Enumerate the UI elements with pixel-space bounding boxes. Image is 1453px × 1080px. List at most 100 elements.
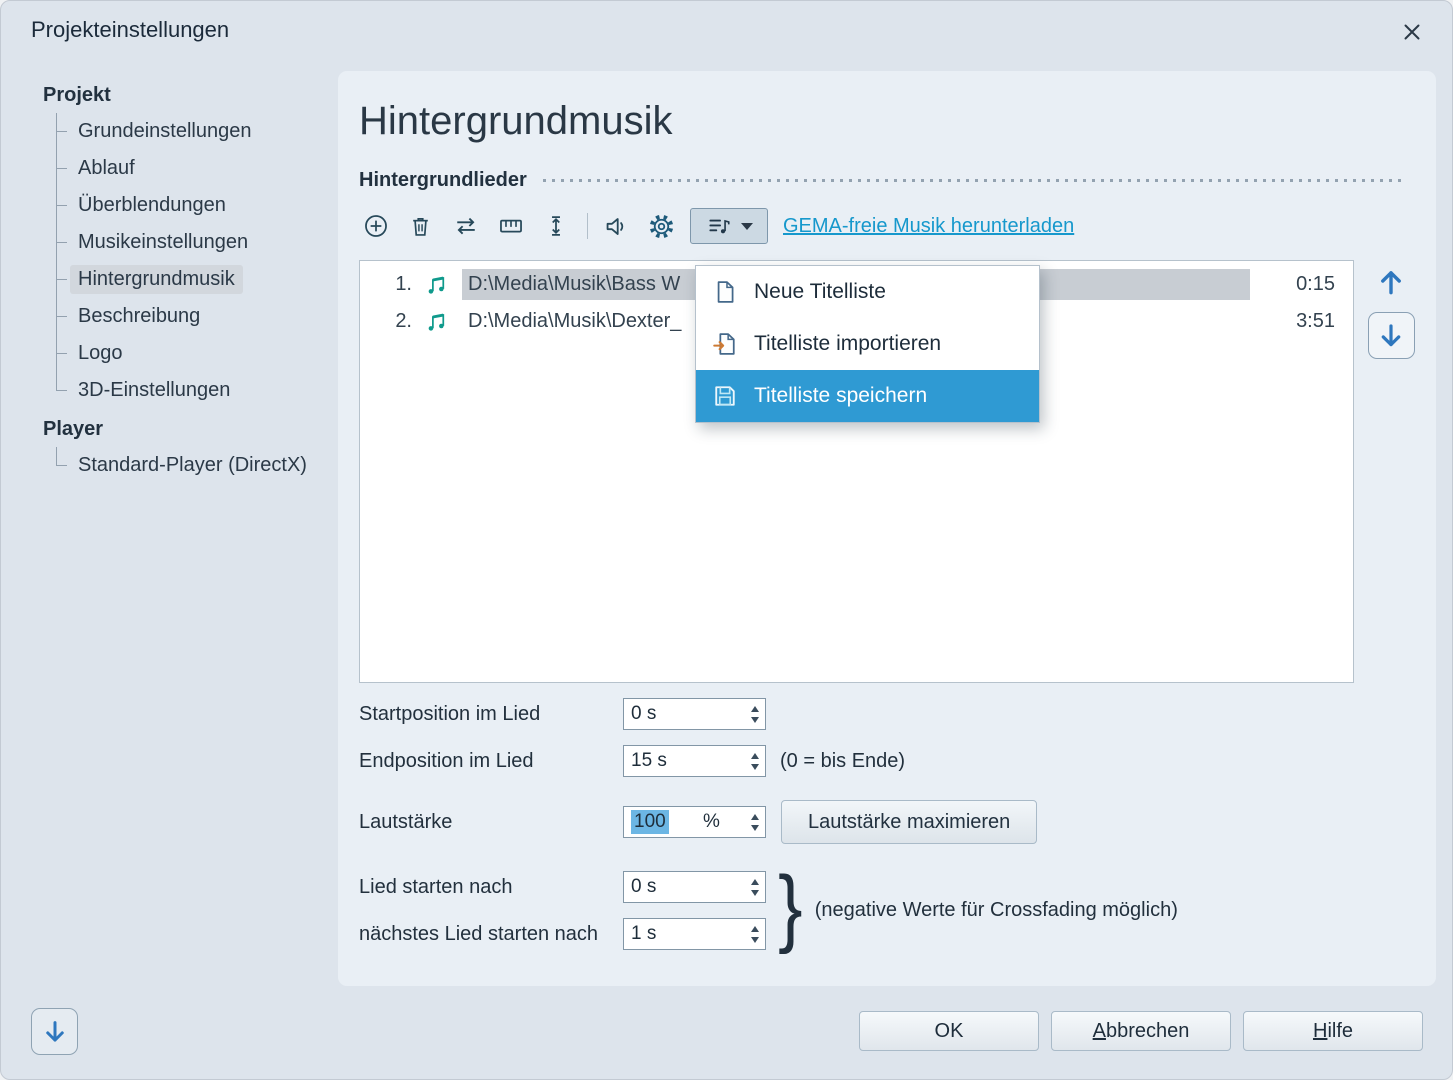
volume-row: Lautstärke 100 % Lautstärke maximieren bbox=[359, 800, 1415, 844]
page-title: Hintergrundmusik bbox=[359, 99, 1436, 144]
settings-nav: Projekt Grundeinstellungen Ablauf Überbl… bbox=[43, 77, 335, 486]
spin-up-icon[interactable] bbox=[751, 879, 759, 885]
crossfade-group: Lied starten nach 0 s nächstes Lied star… bbox=[359, 869, 1415, 952]
next-song-start-label: nächstes Lied starten nach bbox=[359, 923, 623, 946]
sidebar-item-3d-einstellungen[interactable]: 3D-Einstellungen bbox=[56, 372, 335, 409]
sidebar-item-hintergrundmusik[interactable]: Hintergrundmusik bbox=[56, 261, 335, 298]
menu-item-label: Titelliste speichern bbox=[754, 384, 927, 408]
startposition-value: 0 s bbox=[624, 699, 745, 729]
arrow-up-icon bbox=[1374, 265, 1408, 299]
startposition-row: Startposition im Lied 0 s bbox=[359, 698, 1415, 730]
ok-button[interactable]: OK bbox=[859, 1011, 1039, 1051]
spin-down-icon[interactable] bbox=[751, 937, 759, 943]
song-start-spinner[interactable]: 0 s bbox=[623, 871, 766, 903]
add-icon bbox=[362, 212, 390, 240]
save-disk-icon bbox=[711, 382, 739, 410]
song-duration: 3:51 bbox=[1280, 310, 1335, 333]
move-down-button[interactable] bbox=[1368, 312, 1415, 359]
song-settings-form: Startposition im Lied 0 s Endposition im… bbox=[359, 698, 1415, 952]
swap-songs-button[interactable] bbox=[449, 210, 482, 243]
resize-vertical-icon bbox=[542, 212, 570, 240]
music-note-icon bbox=[424, 309, 450, 335]
crossfade-rows: Lied starten nach 0 s nächstes Lied star… bbox=[359, 871, 766, 950]
volume-spinner[interactable]: 100 % bbox=[623, 806, 766, 838]
collapse-dialog-button[interactable] bbox=[31, 1008, 78, 1055]
startposition-spinner[interactable]: 0 s bbox=[623, 698, 766, 730]
gear-icon bbox=[647, 212, 676, 241]
playlist-toolbar: GEMA-freie Musik herunterladen bbox=[359, 207, 1415, 245]
reorder-controls bbox=[1367, 260, 1415, 683]
sidebar-item-musikeinstellungen[interactable]: Musikeinstellungen bbox=[56, 224, 335, 261]
sidebar-item-ablauf[interactable]: Ablauf bbox=[56, 150, 335, 187]
spin-up-icon[interactable] bbox=[751, 706, 759, 712]
dotted-divider bbox=[543, 179, 1406, 182]
close-icon[interactable] bbox=[1398, 18, 1426, 46]
arrow-down-icon bbox=[1375, 320, 1407, 352]
volume-button[interactable] bbox=[600, 210, 633, 243]
sidebar-item-ueberblendungen[interactable]: Überblendungen bbox=[56, 187, 335, 224]
volume-unit: % bbox=[703, 807, 745, 837]
arrow-down-icon bbox=[40, 1017, 70, 1047]
dialog-buttons: OK Abbrechen Hilfe bbox=[859, 1011, 1423, 1051]
endposition-label: Endposition im Lied bbox=[359, 750, 623, 773]
section-header: Hintergrundlieder bbox=[359, 169, 1406, 192]
nav-tree-projekt: Grundeinstellungen Ablauf Überblendungen… bbox=[56, 113, 335, 409]
maximize-volume-button[interactable]: Lautstärke maximieren bbox=[781, 800, 1037, 844]
titlelist-menu: Neue Titelliste Titelliste importieren T… bbox=[695, 265, 1040, 423]
song-start-label: Lied starten nach bbox=[359, 876, 623, 899]
spin-down-icon[interactable] bbox=[751, 717, 759, 723]
spin-down-icon[interactable] bbox=[751, 825, 759, 831]
settings-button[interactable] bbox=[645, 210, 678, 243]
next-song-start-spinner[interactable]: 1 s bbox=[623, 918, 766, 950]
speaker-icon bbox=[602, 212, 631, 241]
song-length-button[interactable] bbox=[539, 210, 572, 243]
swap-arrows-icon bbox=[452, 212, 480, 240]
menu-item-titelliste-speichern[interactable]: Titelliste speichern bbox=[696, 370, 1039, 422]
menu-item-label: Neue Titelliste bbox=[754, 280, 886, 304]
import-document-icon bbox=[711, 330, 739, 358]
menu-item-titelliste-importieren[interactable]: Titelliste importieren bbox=[696, 318, 1039, 370]
endposition-row: Endposition im Lied 15 s (0 = bis Ende) bbox=[359, 745, 1415, 777]
sidebar-item-standard-player[interactable]: Standard-Player (DirectX) bbox=[56, 447, 335, 484]
nav-group-player: Player bbox=[43, 411, 335, 447]
spin-buttons bbox=[745, 807, 765, 837]
new-document-icon bbox=[711, 278, 739, 306]
menu-item-neue-titelliste[interactable]: Neue Titelliste bbox=[696, 266, 1039, 318]
keyboard-button[interactable] bbox=[494, 210, 527, 243]
sidebar-item-beschreibung[interactable]: Beschreibung bbox=[56, 298, 335, 335]
playlist-icon bbox=[706, 213, 732, 239]
row-index: 2. bbox=[382, 310, 412, 333]
delete-song-button[interactable] bbox=[404, 210, 437, 243]
section-label: Hintergrundlieder bbox=[359, 169, 527, 192]
chevron-down-icon bbox=[741, 223, 753, 230]
keyboard-icon bbox=[497, 212, 525, 240]
spin-up-icon[interactable] bbox=[751, 753, 759, 759]
trash-icon bbox=[407, 213, 434, 240]
cancel-button[interactable]: Abbrechen bbox=[1051, 1011, 1231, 1051]
add-song-button[interactable] bbox=[359, 210, 392, 243]
nav-group-projekt: Projekt bbox=[43, 77, 335, 113]
endposition-spinner[interactable]: 15 s bbox=[623, 745, 766, 777]
song-start-value: 0 s bbox=[624, 872, 745, 902]
spin-up-icon[interactable] bbox=[751, 926, 759, 932]
endposition-value: 15 s bbox=[624, 746, 745, 776]
project-settings-dialog: Projekteinstellungen Projekt Grundeinste… bbox=[0, 0, 1453, 1080]
sidebar-item-logo[interactable]: Logo bbox=[56, 335, 335, 372]
crossfade-brace: } bbox=[778, 869, 802, 946]
spin-down-icon[interactable] bbox=[751, 890, 759, 896]
next-song-start-row: nächstes Lied starten nach 1 s bbox=[359, 918, 766, 950]
endposition-note: (0 = bis Ende) bbox=[780, 750, 905, 773]
spin-down-icon[interactable] bbox=[751, 764, 759, 770]
help-button[interactable]: Hilfe bbox=[1243, 1011, 1423, 1051]
nav-tree-player: Standard-Player (DirectX) bbox=[56, 447, 335, 484]
titlelist-menu-button[interactable] bbox=[690, 208, 768, 244]
toolbar-separator bbox=[587, 213, 588, 239]
menu-item-label: Titelliste importieren bbox=[754, 332, 941, 356]
move-up-button[interactable] bbox=[1369, 260, 1413, 304]
gema-music-link[interactable]: GEMA-freie Musik herunterladen bbox=[783, 215, 1074, 238]
music-note-icon bbox=[424, 272, 450, 298]
spin-up-icon[interactable] bbox=[751, 814, 759, 820]
spin-buttons bbox=[745, 699, 765, 729]
next-song-start-value: 1 s bbox=[624, 919, 745, 949]
sidebar-item-grundeinstellungen[interactable]: Grundeinstellungen bbox=[56, 113, 335, 150]
